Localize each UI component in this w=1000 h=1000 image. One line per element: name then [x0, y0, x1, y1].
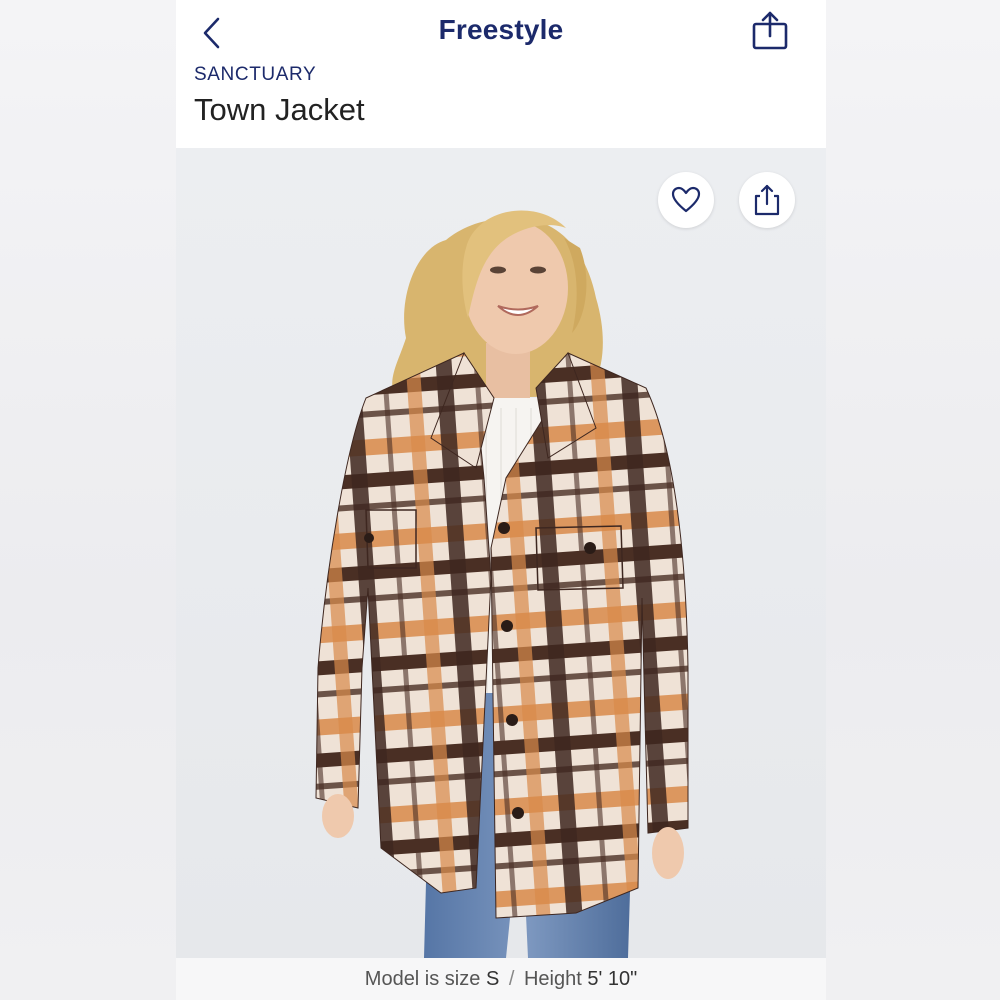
- background-left: [0, 0, 176, 1000]
- image-share-button[interactable]: [739, 172, 795, 228]
- app-screen: Freestyle SANCTUARY Town Jacket Model is…: [176, 0, 826, 1000]
- caption-height-label: Height: [523, 968, 582, 990]
- caption-separator: /: [508, 968, 515, 990]
- background-right: [826, 0, 1000, 1000]
- heart-icon: [671, 186, 701, 213]
- caption-size-label: Model is size: [364, 968, 481, 990]
- product-image[interactable]: [176, 148, 826, 958]
- share-icon: [754, 184, 780, 216]
- product-brand[interactable]: SANCTUARY: [194, 64, 316, 86]
- share-icon[interactable]: [750, 10, 790, 52]
- model-photo: [315, 210, 689, 958]
- top-nav-bar: Freestyle: [176, 0, 826, 66]
- nav-title: Freestyle: [438, 14, 564, 45]
- caption-size-value: S: [485, 968, 500, 990]
- model-size-caption: Model is size S / Height 5' 10": [176, 958, 826, 1000]
- favorite-button[interactable]: [658, 172, 714, 228]
- caption-height-value: 5' 10": [587, 968, 638, 990]
- product-title: Town Jacket: [194, 92, 365, 127]
